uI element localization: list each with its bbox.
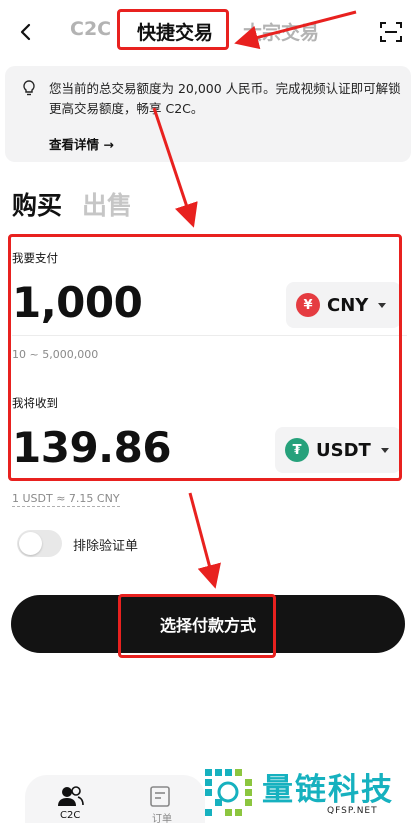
tutorial-arrows bbox=[152, 10, 357, 589]
arrow-to-quick-trade bbox=[234, 10, 357, 50]
arrow-to-amount bbox=[152, 107, 198, 228]
arrow-to-button bbox=[188, 492, 221, 589]
